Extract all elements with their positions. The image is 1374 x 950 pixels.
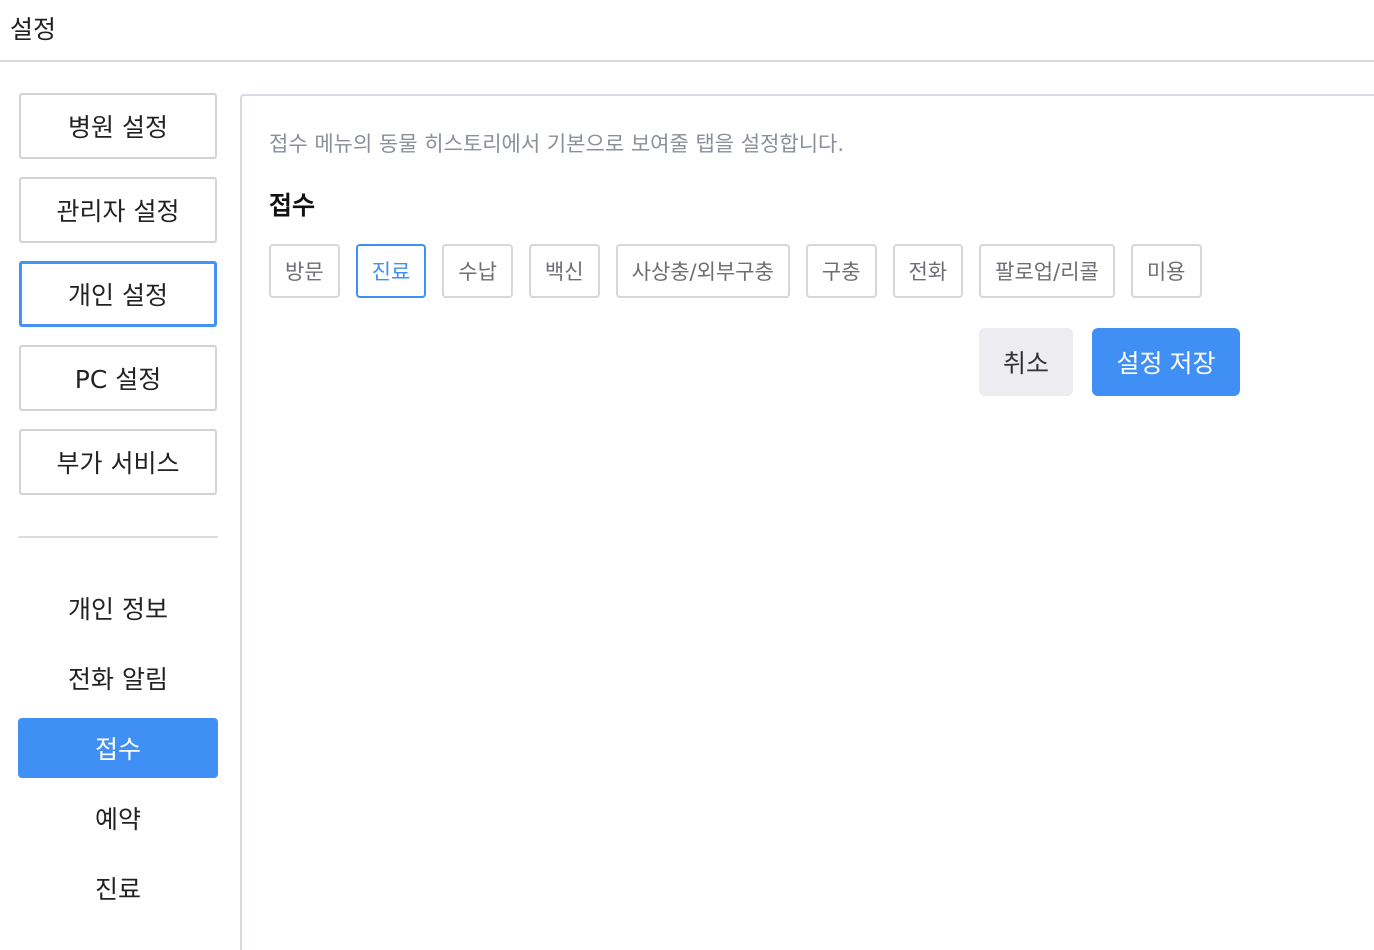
sidebar-item-phone-alert[interactable]: 전화 알림 — [18, 648, 218, 708]
category-addon-services[interactable]: 부가 서비스 — [19, 429, 217, 495]
sidebar-item-label: 접수 — [94, 735, 141, 764]
category-hospital-settings[interactable]: 병원 설정 — [19, 93, 217, 159]
sidebar: 병원 설정 관리자 설정 개인 설정 PC 설정 부가 서비스 개인 정보 전화… — [0, 62, 240, 950]
tab-option-phone[interactable]: 전화 — [892, 244, 964, 298]
page-title: 설정 — [10, 15, 57, 44]
tab-option-heartworm[interactable]: 사상충/외부구충 — [615, 244, 790, 298]
cancel-button[interactable]: 취소 — [979, 328, 1073, 396]
settings-panel: 접수 메뉴의 동물 히스토리에서 기본으로 보여줄 탭을 설정합니다. 접수 방… — [240, 94, 1374, 950]
tab-option-vaccine[interactable]: 백신 — [528, 244, 600, 298]
category-label: 병원 설정 — [68, 113, 168, 142]
tab-option-deworming[interactable]: 구충 — [805, 244, 877, 298]
category-personal-settings[interactable]: 개인 설정 — [19, 261, 217, 327]
tab-option-followup[interactable]: 팔로업/리콜 — [979, 244, 1115, 298]
sidebar-item-reception[interactable]: 접수 — [18, 718, 218, 778]
tab-option-treatment[interactable]: 진료 — [355, 244, 427, 298]
category-label: 부가 서비스 — [56, 449, 180, 478]
category-admin-settings[interactable]: 관리자 설정 — [19, 177, 217, 243]
section-title: 접수 — [269, 191, 316, 220]
category-label: PC 설정 — [74, 365, 162, 394]
tab-option-grooming[interactable]: 미용 — [1130, 244, 1202, 298]
default-tab-options: 방문 진료 수납 백신 사상충/외부구충 구충 전화 팔로업/리콜 미용 — [269, 244, 1202, 298]
sidebar-item-treatment[interactable]: 진료 — [18, 858, 218, 918]
top-bar: 설정 — [0, 0, 1374, 62]
sidebar-item-label: 개인 정보 — [68, 595, 168, 624]
sidebar-item-label: 예약 — [94, 805, 141, 834]
category-label: 개인 설정 — [68, 281, 168, 310]
sidebar-item-label: 진료 — [94, 875, 141, 904]
category-label: 관리자 설정 — [56, 197, 180, 226]
tab-option-visit[interactable]: 방문 — [269, 244, 340, 298]
category-pc-settings[interactable]: PC 설정 — [19, 345, 217, 411]
save-settings-button[interactable]: 설정 저장 — [1092, 328, 1240, 396]
sidebar-item-personal-info[interactable]: 개인 정보 — [18, 578, 218, 638]
sidebar-item-reservation[interactable]: 예약 — [18, 788, 218, 848]
tab-option-payment[interactable]: 수납 — [442, 244, 513, 298]
sidebar-divider — [18, 536, 218, 538]
sidebar-item-label: 전화 알림 — [68, 665, 168, 694]
panel-description: 접수 메뉴의 동물 히스토리에서 기본으로 보여줄 탭을 설정합니다. — [269, 132, 845, 156]
